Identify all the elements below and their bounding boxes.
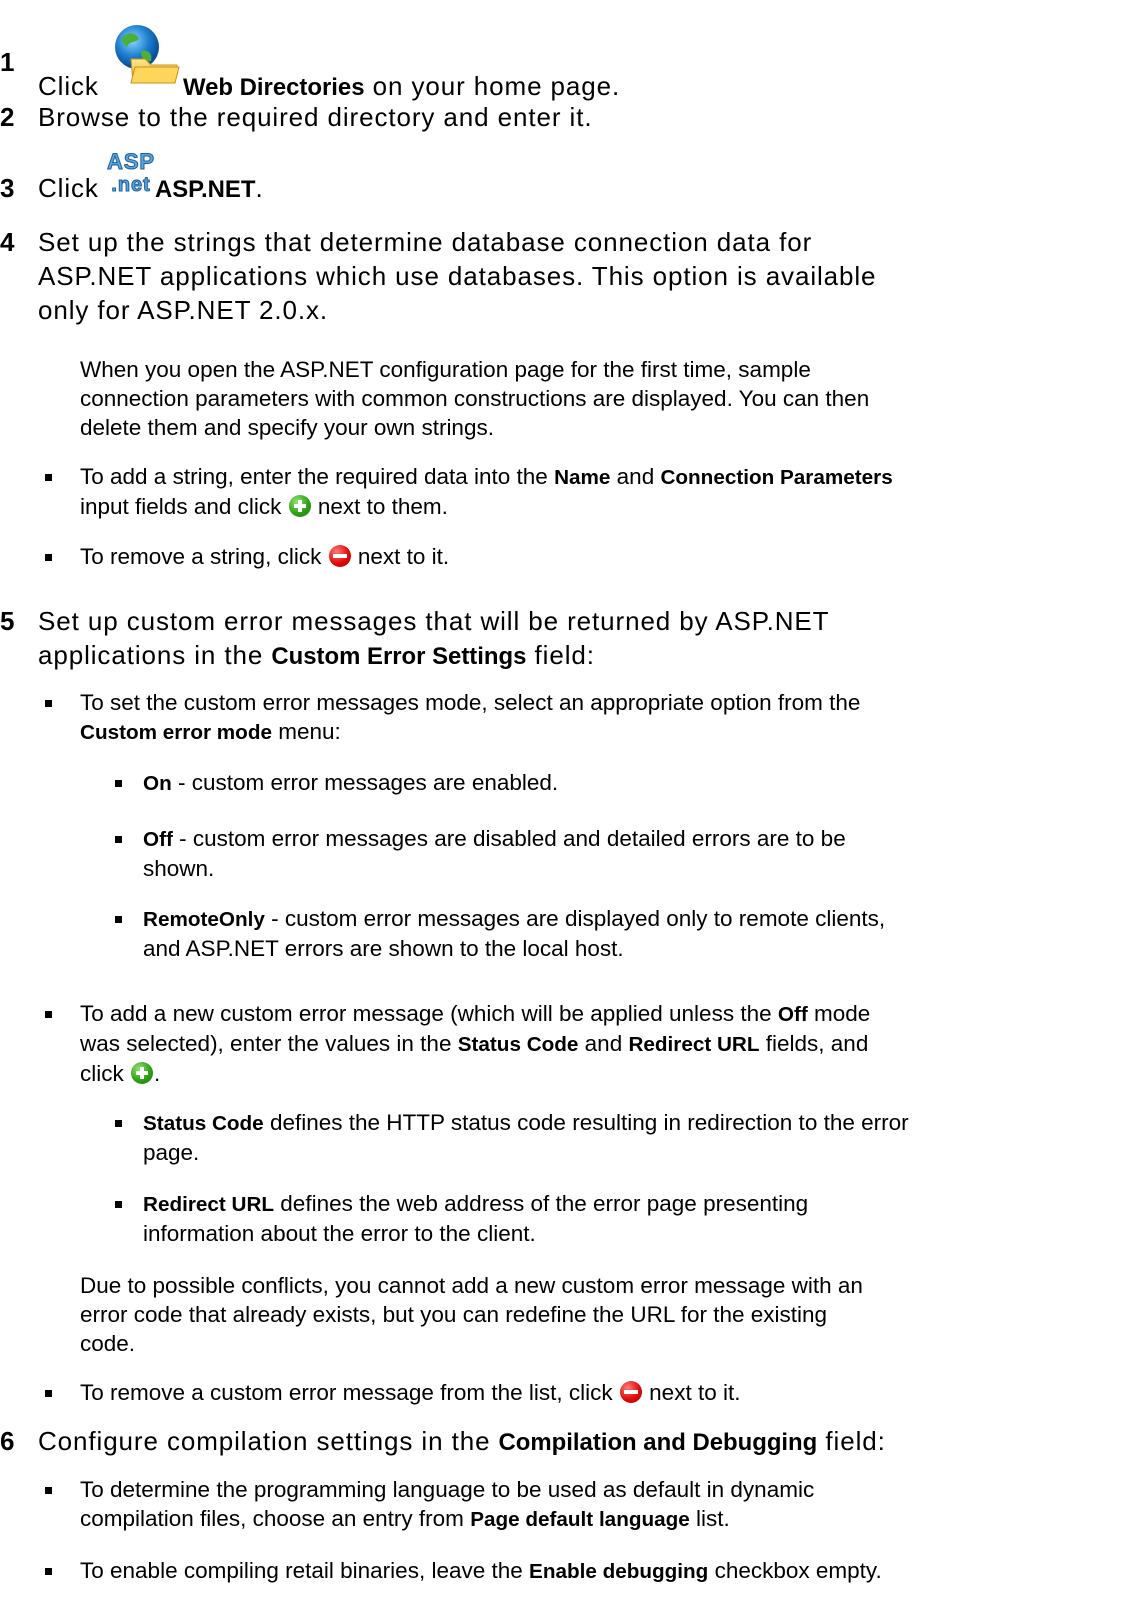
bullet-marker	[115, 1201, 122, 1208]
page-default-language-label: Page default language	[470, 1508, 690, 1531]
step-4-note: When you open the ASP.NET configuration …	[80, 357, 870, 440]
mode-on: On - custom error messages are enabled.	[143, 770, 559, 795]
remove-icon[interactable]	[328, 545, 351, 567]
bullet-marker	[45, 1568, 52, 1575]
remove-icon[interactable]	[619, 1381, 642, 1403]
step-text: Click	[38, 71, 107, 101]
step-5-add-message: To add a new custom error message (which…	[80, 1001, 871, 1086]
step-number: 5	[0, 606, 15, 636]
step-4: 4 Set up the strings that determine data…	[0, 227, 877, 325]
step-number: 2	[0, 102, 15, 132]
web-directories-label[interactable]: Web Directories	[183, 74, 365, 101]
step-2: 2 Browse to the required directory and e…	[0, 100, 593, 134]
custom-error-settings-label: Custom Error Settings	[271, 643, 527, 670]
compilation-and-debugging-label: Compilation and Debugging	[498, 1429, 818, 1456]
step-4-add-string: To add a string, enter the required data…	[80, 464, 893, 519]
custom-error-mode-label: Custom error mode	[80, 721, 272, 744]
enable-debugging-label: Enable debugging	[529, 1560, 709, 1583]
step-5-mode: To set the custom error messages mode, s…	[80, 690, 861, 744]
name-field-label: Name	[554, 466, 611, 489]
step-3: 3 Click ASP .net ASP.NET.	[0, 149, 264, 207]
step-number: 3	[0, 173, 15, 203]
bullet-marker	[45, 1011, 52, 1018]
step-5: 5 Set up custom error messages that will…	[0, 606, 830, 670]
step-6-default-language: To determine the programming language to…	[80, 1477, 815, 1531]
svg-text:.net: .net	[111, 174, 150, 196]
step-number: 1	[0, 47, 15, 77]
add-icon[interactable]	[288, 495, 311, 517]
step-6: 6 Configure compilation settings in the …	[0, 1426, 886, 1456]
step-5-remove-message: To remove a custom error message from th…	[80, 1380, 741, 1405]
bullet-marker	[115, 916, 122, 923]
bullet-marker	[45, 1390, 52, 1397]
mode-off: Off - custom error messages are disabled…	[143, 826, 846, 881]
step-6-enable-debugging: To enable compiling retail binaries, lea…	[80, 1558, 882, 1583]
svg-text:ASP: ASP	[107, 149, 155, 174]
bullet-marker	[45, 474, 52, 481]
bullet-marker	[115, 836, 122, 843]
mode-remote-only: RemoteOnly - custom error messages are d…	[143, 906, 886, 961]
status-code-description: Status Code defines the HTTP status code…	[143, 1110, 909, 1165]
asp-net-icon: ASP .net	[107, 149, 155, 207]
status-code-label: Status Code	[457, 1033, 579, 1056]
step-4-remove-string: To remove a string, click next to it.	[80, 544, 450, 569]
bullet-marker	[45, 700, 52, 707]
redirect-url-label: Redirect URL	[628, 1033, 760, 1056]
conflict-note: Due to possible conflicts, you cannot ad…	[80, 1273, 863, 1356]
redirect-url-description: Redirect URL defines the web address of …	[143, 1191, 809, 1246]
bullet-marker	[115, 780, 122, 787]
bullet-marker	[45, 554, 52, 561]
add-icon[interactable]	[131, 1062, 153, 1084]
asp-net-label[interactable]: ASP.NET	[155, 176, 256, 203]
step-number: 6	[0, 1426, 15, 1456]
step-number: 4	[0, 227, 15, 257]
connection-parameters-label: Connection Parameters	[660, 466, 893, 489]
bullet-marker	[115, 1120, 122, 1127]
help-page: 1 Click Web Directories on your home pag…	[0, 0, 1135, 1611]
bullet-marker	[45, 1487, 52, 1494]
step-text: Browse to the required directory and ent…	[38, 102, 593, 132]
